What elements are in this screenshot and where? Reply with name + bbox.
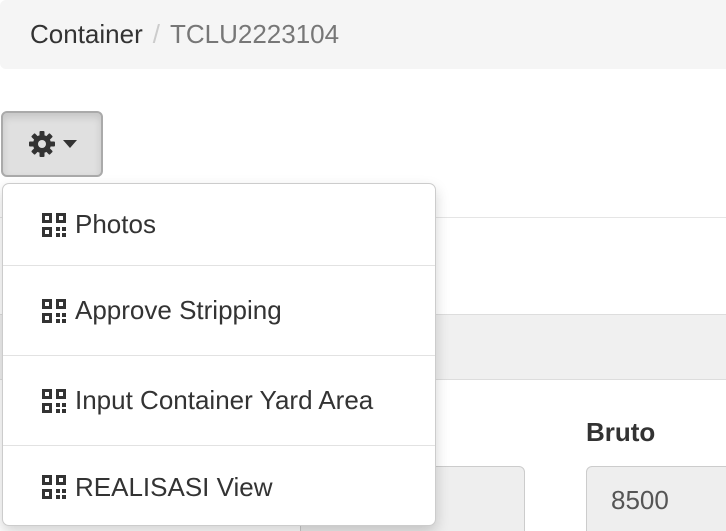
qrcode-icon [41, 474, 75, 500]
menu-item-label: Input Container Yard Area [75, 385, 374, 415]
settings-dropdown-menu: Photos Approve Stripping Input Container… [2, 183, 436, 526]
caret-down-icon [63, 140, 77, 148]
page: Container / TCLU2223104 Bruto 8500 Photo… [0, 0, 726, 531]
menu-item-label: Approve Stripping [75, 295, 282, 325]
menu-item-photos[interactable]: Photos [3, 184, 435, 266]
qrcode-icon [41, 212, 75, 238]
menu-item-approve-stripping[interactable]: Approve Stripping [3, 266, 435, 356]
breadcrumb-current: TCLU2223104 [169, 19, 340, 49]
gear-icon [27, 129, 57, 159]
qrcode-icon [41, 298, 75, 324]
breadcrumb: Container / TCLU2223104 [0, 0, 726, 69]
breadcrumb-container-link[interactable]: Container [30, 19, 143, 50]
bruto-label: Bruto [586, 417, 656, 447]
bruto-field[interactable]: 8500 [586, 466, 726, 531]
menu-item-label: REALISASI View [75, 471, 273, 502]
menu-item-realisasi-view[interactable]: REALISASI View [3, 446, 435, 525]
menu-item-label: Photos [75, 209, 156, 239]
menu-item-input-container-yard-area[interactable]: Input Container Yard Area [3, 356, 435, 446]
qrcode-icon [41, 388, 75, 414]
settings-dropdown-button[interactable] [1, 111, 103, 177]
breadcrumb-separator: / [152, 19, 160, 49]
